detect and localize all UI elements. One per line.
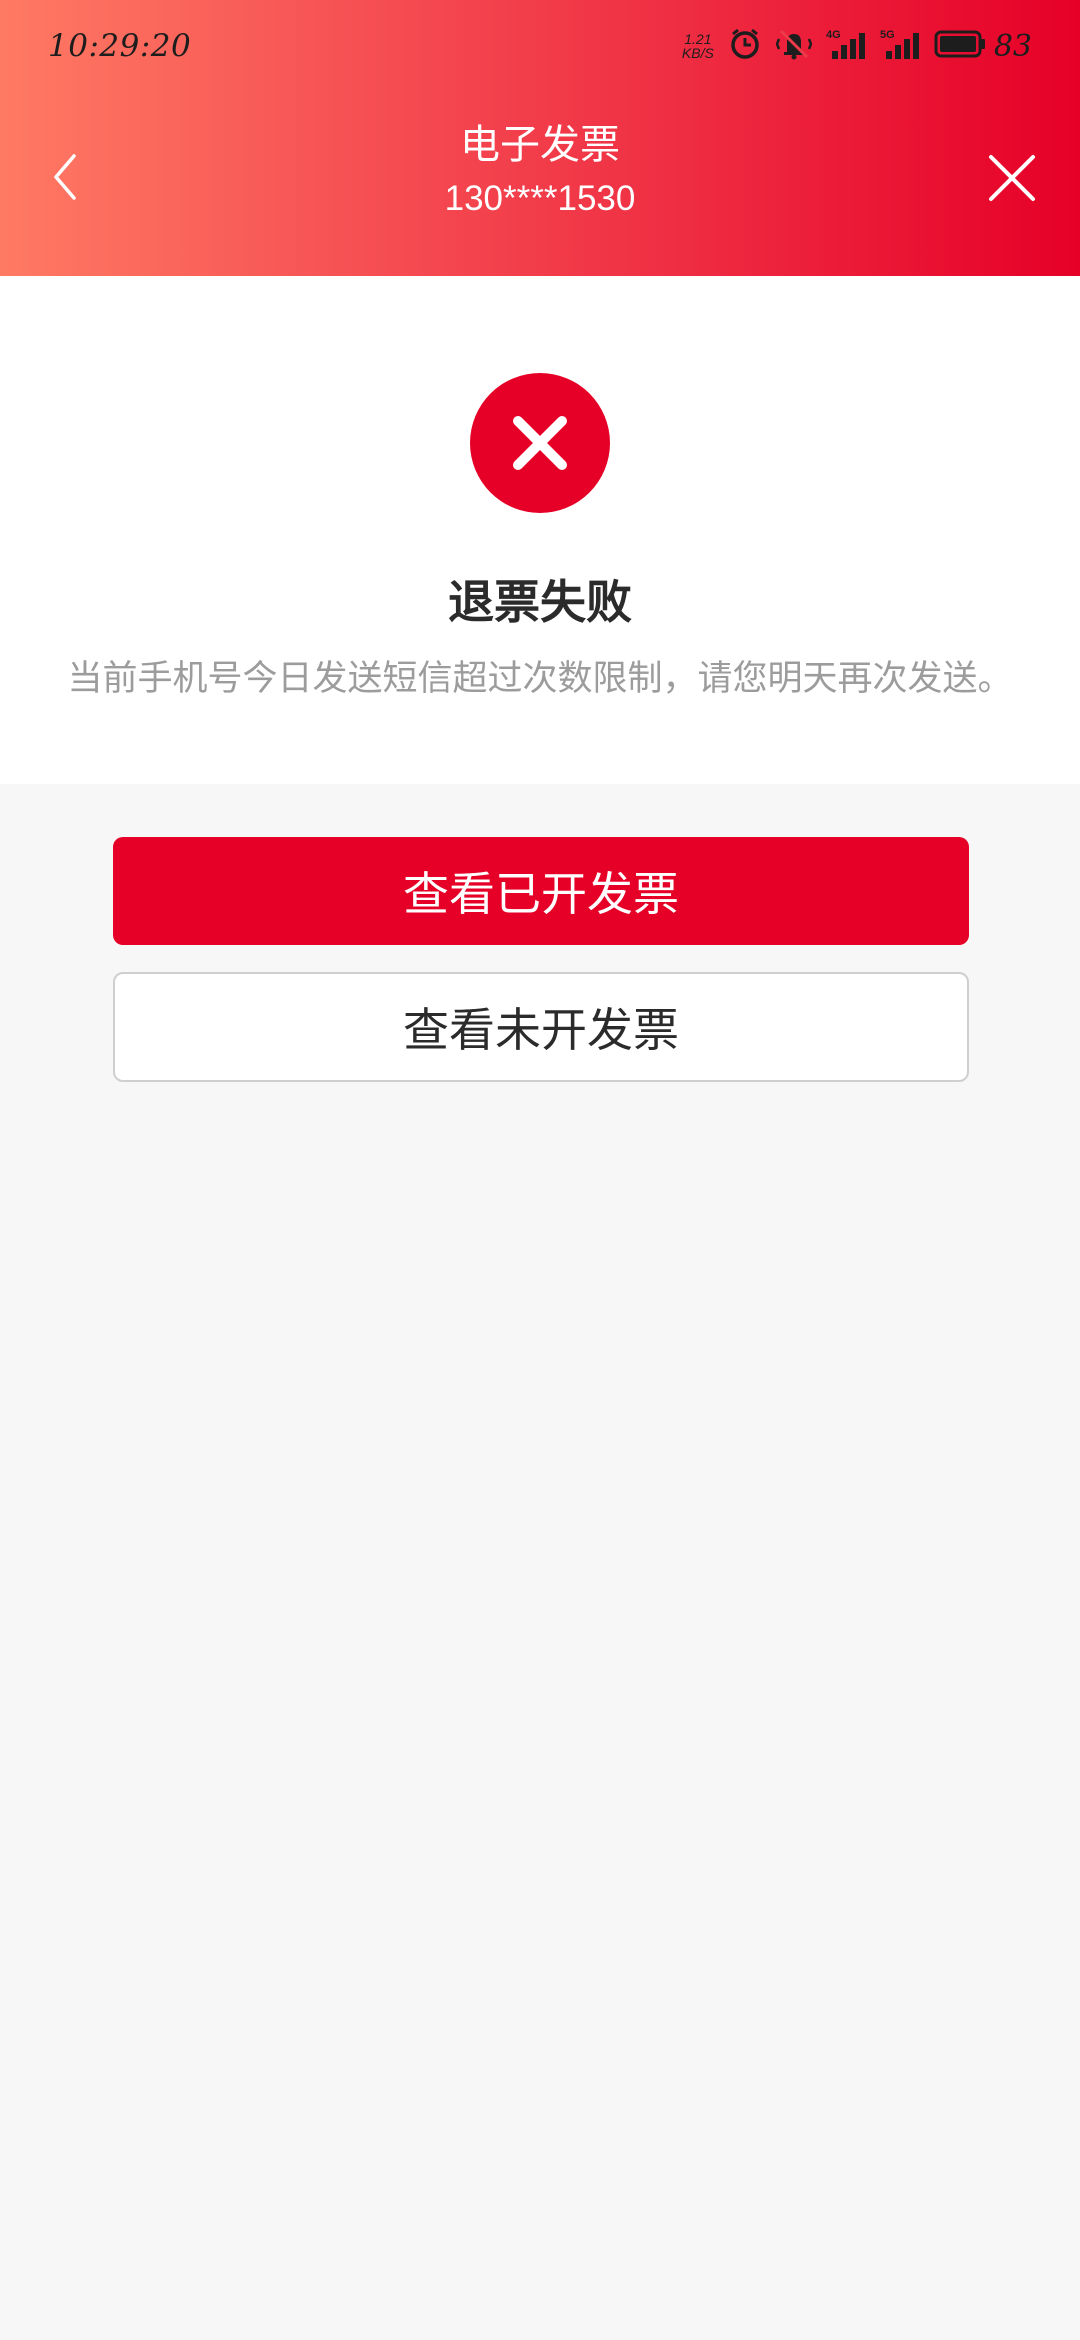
signal-5g-icon: 5G (880, 27, 920, 65)
close-button[interactable] (974, 142, 1050, 218)
phone-number: 130****1530 (444, 179, 636, 218)
header-bar: 10:29:20 1.21 KB/S 4G 5G 83 电子发票 130****… (0, 0, 1080, 276)
nav-title-group: 电子发票 130****1530 (200, 118, 880, 224)
signal-4g-icon: 4G (826, 27, 866, 65)
alarm-icon (728, 27, 762, 65)
mute-vibrate-icon (775, 27, 813, 65)
result-message: 当前手机号今日发送短信超过次数限制，请您明天再次发送。 (67, 659, 1013, 699)
network-speed-unit: KB/S (681, 45, 714, 61)
status-icons: 1.21 KB/S 4G 5G 83 (682, 24, 1032, 68)
network-speed-value: 1.21 (684, 31, 712, 47)
page-title: 电子发票 (460, 122, 620, 168)
nav-bar: 电子发票 130****1530 (0, 92, 1080, 276)
close-icon (988, 154, 1036, 206)
view-unissued-invoices-button[interactable]: 查看未开发票 (113, 972, 969, 1082)
status-time: 10:29:20 (48, 28, 192, 64)
chevron-left-icon (50, 152, 80, 206)
battery-icon (934, 30, 986, 62)
view-issued-invoices-button[interactable]: 查看已开发票 (113, 837, 969, 945)
battery-level: 83 (993, 28, 1032, 64)
network-speed: 1.21 KB/S (682, 32, 714, 60)
battery-indicator: 83 (934, 29, 1032, 64)
status-bar: 10:29:20 1.21 KB/S 4G 5G 83 (0, 0, 1080, 92)
back-button[interactable] (30, 142, 100, 216)
error-x-icon (470, 373, 610, 513)
result-title: 退票失败 (448, 575, 632, 629)
svg-text:4G: 4G (826, 29, 841, 41)
result-card: 退票失败 当前手机号今日发送短信超过次数限制，请您明天再次发送。 (0, 276, 1080, 784)
svg-text:5G: 5G (880, 29, 895, 41)
